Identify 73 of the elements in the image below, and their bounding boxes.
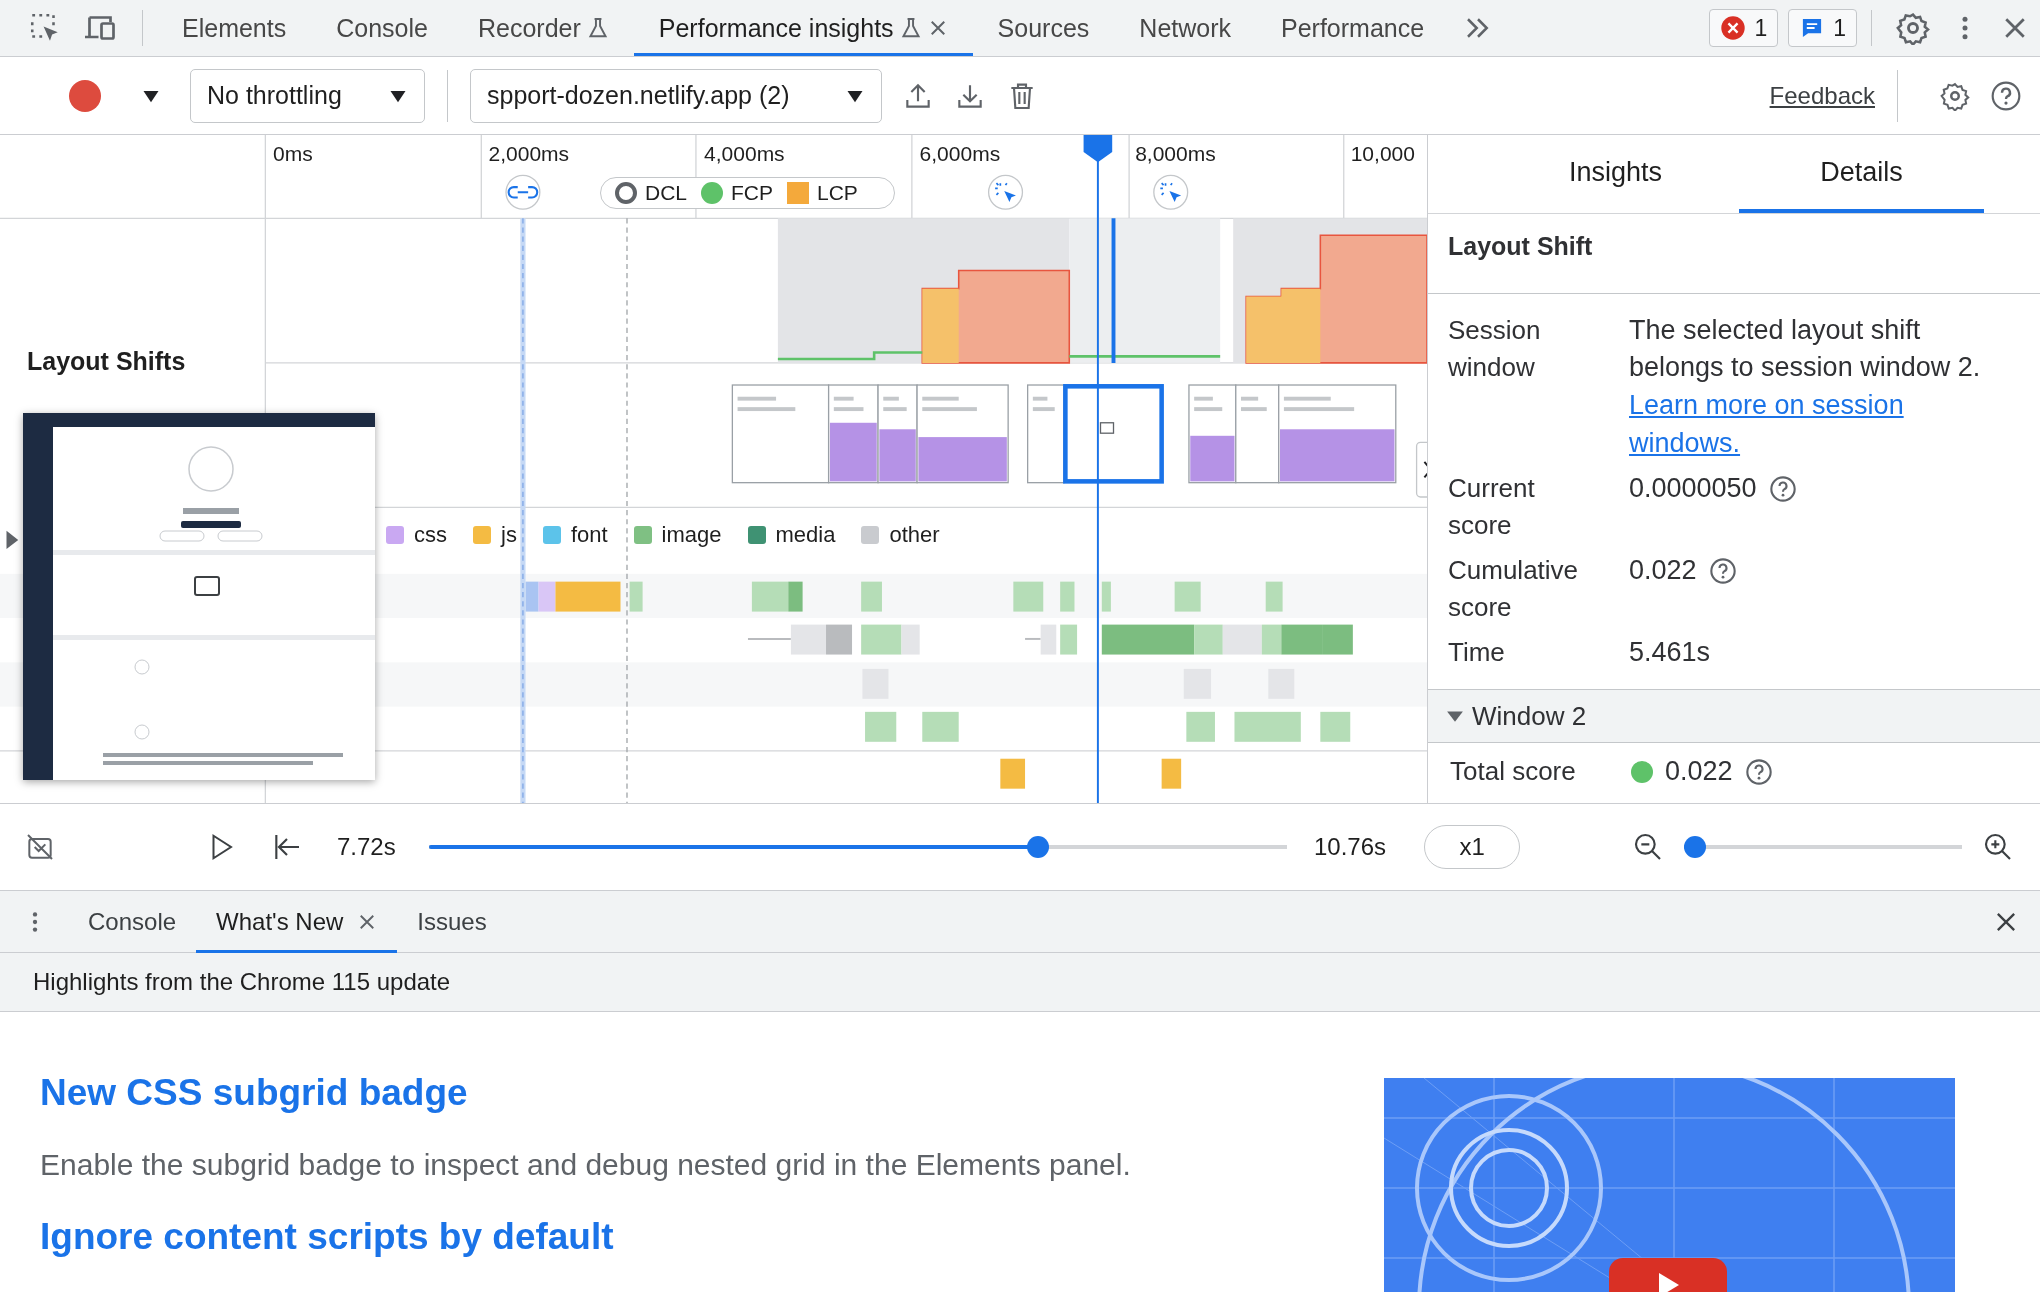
window-section-header[interactable]: Window 2 [1428, 689, 2040, 743]
current-time: 7.72s [337, 833, 397, 861]
time-tick-label: 2,000ms [488, 142, 570, 166]
legend-label: other [889, 522, 940, 548]
drawer-tab[interactable]: Issues [397, 890, 507, 953]
legend-label: image [661, 522, 722, 548]
time-tick-label: 4,000ms [704, 142, 785, 166]
request-whisker [747, 637, 792, 640]
expand-button[interactable] [1415, 441, 1427, 498]
article-title-link[interactable]: New CSS subgrid badge [40, 1072, 1290, 1114]
request-whisker [1024, 637, 1042, 640]
field-label: Session window [1448, 314, 1542, 384]
panel-tab[interactable]: Performance insights [633, 0, 973, 56]
field-value: The selected layout shift belongs to session window 2. [1629, 314, 1982, 384]
flask-icon [586, 17, 609, 39]
panel-tab[interactable]: Recorder [452, 0, 634, 56]
help-icon[interactable] [1990, 79, 2022, 112]
help-icon[interactable] [1744, 757, 1773, 786]
field-label: Current score [1448, 472, 1536, 542]
click-icon[interactable] [1153, 174, 1189, 210]
field-label: Total score [1450, 755, 1577, 788]
time-tick-label: 8,000ms [1135, 142, 1216, 166]
field-label: Cumulative score [1448, 554, 1580, 624]
request-bar[interactable] [826, 624, 853, 655]
panel-tab[interactable]: Elements [157, 0, 312, 56]
banner-text: Highlights from the Chrome 115 update [33, 968, 451, 996]
track-label: Layout Shifts [27, 347, 186, 376]
field-value: 0.022 [1665, 755, 1733, 788]
panel-tab[interactable]: Performance [1256, 0, 1450, 56]
flask-icon [899, 17, 922, 39]
window-label: Window 2 [1472, 700, 1587, 732]
section-title: Layout Shift [1428, 214, 2040, 294]
help-icon[interactable] [1768, 474, 1797, 503]
learn-more-link[interactable]: Learn more on session windows. [1629, 386, 1984, 462]
marker-label: FCP [731, 181, 773, 205]
article-text: Enable the subgrid badge to inspect and debug nested grid in the Elements panel. [40, 1148, 1132, 1182]
drawer-tab[interactable]: Console [68, 890, 197, 953]
help-icon[interactable] [1708, 556, 1737, 585]
panel-tab[interactable]: Details [1739, 135, 1984, 213]
legend-label: media [775, 522, 836, 548]
errors-button[interactable]: 1 [1709, 9, 1779, 47]
link-icon[interactable] [505, 174, 541, 210]
field-value: 0.0000050 [1629, 472, 1757, 505]
panel-tab[interactable]: Sources [972, 0, 1115, 56]
settings-icon[interactable] [1940, 80, 1970, 111]
expand-triangle-icon[interactable] [6, 530, 19, 550]
legend-label: font [570, 522, 608, 548]
feedback-link[interactable]: Feedback [1769, 81, 1875, 110]
slider-thumb[interactable] [1027, 836, 1050, 858]
panel-tab[interactable]: Insights [1493, 135, 1738, 213]
time-tick-label: 10,000 [1350, 142, 1415, 166]
record-button[interactable] [69, 79, 101, 112]
recording-select[interactable]: spport-dozen.netlify.app (2) [470, 68, 882, 123]
marker-label: LCP [817, 181, 858, 205]
legend-label: css [414, 522, 447, 548]
messages-button[interactable]: 1 [1788, 9, 1857, 47]
slider-thumb[interactable] [1684, 836, 1707, 858]
field-value: 5.461s [1629, 636, 1711, 669]
legend-label: js [501, 522, 517, 548]
click-icon[interactable] [987, 174, 1024, 210]
error-icon [1720, 15, 1747, 41]
field-label: Time [1448, 636, 1506, 669]
panel-tab[interactable]: Network [1114, 0, 1256, 56]
marker-label: DCL [645, 181, 687, 205]
panel-tab[interactable]: Console [311, 0, 453, 56]
field-value: 0.022 [1629, 554, 1697, 587]
throttling-select[interactable]: No throttling [190, 68, 425, 123]
end-time: 10.76s [1314, 833, 1387, 861]
time-tick-label: 0ms [273, 142, 313, 166]
article-title-link[interactable]: Ignore content scripts by default [40, 1216, 1290, 1258]
time-tick-label: 6,000ms [919, 142, 1001, 166]
playhead[interactable] [1083, 135, 1113, 803]
settings-icon[interactable] [1896, 11, 1930, 45]
